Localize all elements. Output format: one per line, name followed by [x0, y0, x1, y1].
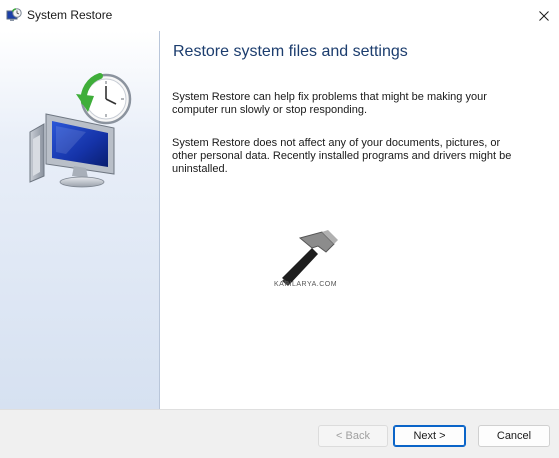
- back-button[interactable]: < Back: [318, 425, 388, 447]
- next-button[interactable]: Next >: [393, 425, 466, 447]
- watermark-text: KAPILARYA.COM: [274, 281, 338, 288]
- window-title: System Restore: [27, 8, 113, 22]
- system-restore-icon: [6, 8, 22, 21]
- content-panel: Restore system files and settings System…: [160, 31, 559, 409]
- info-paragraph: System Restore does not affect any of yo…: [172, 137, 512, 175]
- button-bar: < Back Next > Cancel: [0, 409, 559, 458]
- system-restore-window: System Restore Restore system files and …: [0, 0, 559, 458]
- left-banner-panel: [0, 31, 160, 409]
- title-bar[interactable]: System Restore: [0, 0, 559, 31]
- cancel-button[interactable]: Cancel: [478, 425, 550, 447]
- close-icon: [539, 10, 549, 21]
- system-restore-monitor-clock-icon: [29, 73, 132, 188]
- page-heading: Restore system files and settings: [173, 43, 408, 60]
- description-paragraph: System Restore can help fix problems tha…: [172, 91, 487, 116]
- close-button[interactable]: [529, 0, 559, 31]
